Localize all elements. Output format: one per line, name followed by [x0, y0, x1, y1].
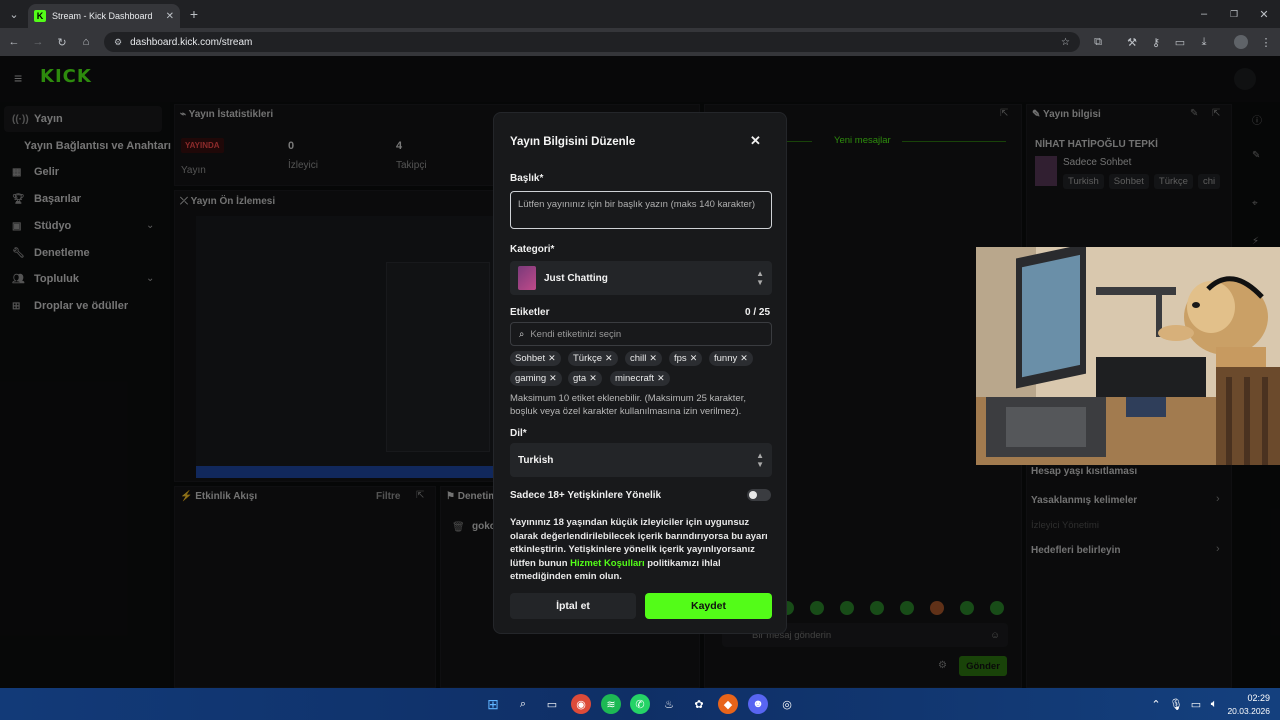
tag-chip[interactable]: fps ✕	[669, 351, 703, 366]
close-icon[interactable]: ✕	[750, 133, 761, 149]
language-label: Dil*	[510, 428, 527, 439]
tab-close-icon[interactable]: ✕	[166, 11, 174, 22]
remove-tag-icon[interactable]: ✕	[649, 353, 657, 364]
tab-search-icon[interactable]: ⌄	[6, 6, 22, 22]
home-icon[interactable]: ⌂	[78, 34, 94, 50]
tag-chip[interactable]: minecraft ✕	[610, 371, 670, 386]
browser-tab[interactable]: K Stream - Kick Dashboard ✕	[28, 4, 180, 28]
spotify-icon[interactable]: ≋	[601, 694, 621, 714]
category-thumbnail	[518, 266, 536, 290]
tag-chip[interactable]: gta ✕	[568, 371, 602, 386]
select-arrows-icon: ▲ ▼	[756, 269, 764, 287]
minimize-icon[interactable]: –	[1196, 6, 1212, 22]
microphone-icon[interactable]: 🎙︎	[1166, 694, 1186, 714]
tag-chip[interactable]: funny ✕	[709, 351, 753, 366]
volume-icon[interactable]: 🔈︎	[1204, 694, 1224, 714]
network-icon[interactable]: ▭	[1186, 694, 1206, 714]
title-input-placeholder: Lütfen yayınınız için bir başlık yazın (…	[518, 199, 756, 210]
modal-title: Yayın Bilgisini Düzenle	[510, 136, 636, 148]
tags-help-text: Maksimum 10 etiket eklenebilir. (Maksimu…	[510, 393, 746, 417]
url-text: dashboard.kick.com/stream	[130, 36, 253, 48]
select-arrows-icon: ▲ ▼	[756, 451, 764, 469]
window-close-icon[interactable]: ✕	[1256, 6, 1272, 22]
password-icon[interactable]: ⚷	[1148, 34, 1164, 50]
remove-tag-icon[interactable]: ✕	[740, 353, 748, 364]
address-bar[interactable]: ⚙ dashboard.kick.com/stream ☆	[104, 32, 1080, 52]
remove-tag-icon[interactable]: ✕	[605, 353, 613, 364]
taskbar-time[interactable]: 02:29	[1236, 693, 1270, 703]
new-tab-icon[interactable]: +	[186, 6, 202, 22]
tray-chevron-up-icon[interactable]: ⌃	[1146, 694, 1166, 714]
tag-chip[interactable]: Türkçe ✕	[568, 351, 618, 366]
windows-start-icon[interactable]: ⊞	[483, 694, 503, 714]
reload-icon[interactable]: ↻	[54, 34, 70, 50]
category-value: Just Chatting	[544, 272, 608, 284]
search-icon[interactable]: ⌕	[513, 694, 533, 714]
tag-chip[interactable]: Sohbet ✕	[510, 351, 561, 366]
kick-favicon-icon: K	[34, 10, 46, 22]
tags-count: 0 / 25	[745, 307, 771, 318]
category-label: Kategori*	[510, 244, 555, 255]
site-info-icon[interactable]: ⚙	[114, 37, 122, 48]
category-select[interactable]: Just Chatting ▲ ▼	[510, 261, 772, 295]
taskbar-date[interactable]: 20.03.2026	[1226, 706, 1270, 716]
adult-only-help: Yayınınız 18 yaşından küçük izleyiciler …	[510, 517, 768, 582]
download-icon[interactable]: ⤓	[1196, 34, 1212, 50]
toggle-knob	[749, 491, 757, 499]
app-icon[interactable]: ◆	[718, 694, 738, 714]
remove-tag-icon[interactable]: ✕	[657, 373, 665, 384]
picture-in-picture-video[interactable]	[976, 247, 1280, 465]
language-select[interactable]: Turkish ▲ ▼	[510, 443, 772, 477]
language-value: Turkish	[518, 454, 554, 466]
dog-gaming-image	[976, 247, 1280, 465]
terms-of-service-link[interactable]: Hizmet Koşulları	[570, 558, 644, 569]
whatsapp-icon[interactable]: ✆	[630, 694, 650, 714]
adult-only-toggle[interactable]	[747, 489, 771, 501]
tag-chip[interactable]: gaming ✕	[510, 371, 562, 386]
tag-chip[interactable]: chill ✕	[625, 351, 662, 366]
tags-label: Etiketler	[510, 307, 550, 318]
tag-search-placeholder: Kendi etiketinizi seçin	[530, 328, 622, 340]
bookmark-star-icon[interactable]: ☆	[1061, 37, 1070, 48]
cancel-button[interactable]: İptal et	[510, 593, 636, 619]
adult-only-label: Sadece 18+ Yetişkinlere Yönelik	[510, 490, 662, 501]
menu-dots-icon[interactable]: ⋮	[1258, 34, 1274, 50]
maximize-icon[interactable]: ❐	[1226, 6, 1242, 22]
chatgpt-icon[interactable]: ✿	[689, 694, 709, 714]
wallet-icon[interactable]: ▭	[1172, 34, 1188, 50]
extensions-icon[interactable]: ⧉	[1090, 34, 1106, 50]
task-view-icon[interactable]: ▭	[542, 694, 562, 714]
steam-icon[interactable]: ♨	[659, 694, 679, 714]
remove-tag-icon[interactable]: ✕	[690, 353, 698, 364]
edit-stream-info-modal: Yayın Bilgisini Düzenle ✕ Başlık* Lütfen…	[493, 112, 787, 634]
remove-tag-icon[interactable]: ✕	[548, 353, 556, 364]
search-icon: ⌕	[519, 328, 525, 340]
remove-tag-icon[interactable]: ✕	[549, 373, 557, 384]
obs-icon[interactable]: ◎	[777, 694, 797, 714]
forward-icon[interactable]: →	[30, 34, 46, 50]
chrome-icon[interactable]: ◉	[571, 694, 591, 714]
back-icon[interactable]: ←	[6, 34, 22, 50]
tag-search-input[interactable]: ⌕ Kendi etiketinizi seçin	[510, 322, 772, 346]
remove-tag-icon[interactable]: ✕	[589, 373, 597, 384]
save-button[interactable]: Kaydet	[645, 593, 772, 619]
extension-icon[interactable]: ⚒	[1124, 34, 1140, 50]
discord-icon[interactable]: ☻	[748, 694, 768, 714]
title-label: Başlık*	[510, 173, 544, 184]
profile-avatar[interactable]	[1234, 35, 1248, 49]
title-input[interactable]: Lütfen yayınınız için bir başlık yazın (…	[510, 191, 772, 229]
tab-title: Stream - Kick Dashboard	[52, 11, 153, 21]
